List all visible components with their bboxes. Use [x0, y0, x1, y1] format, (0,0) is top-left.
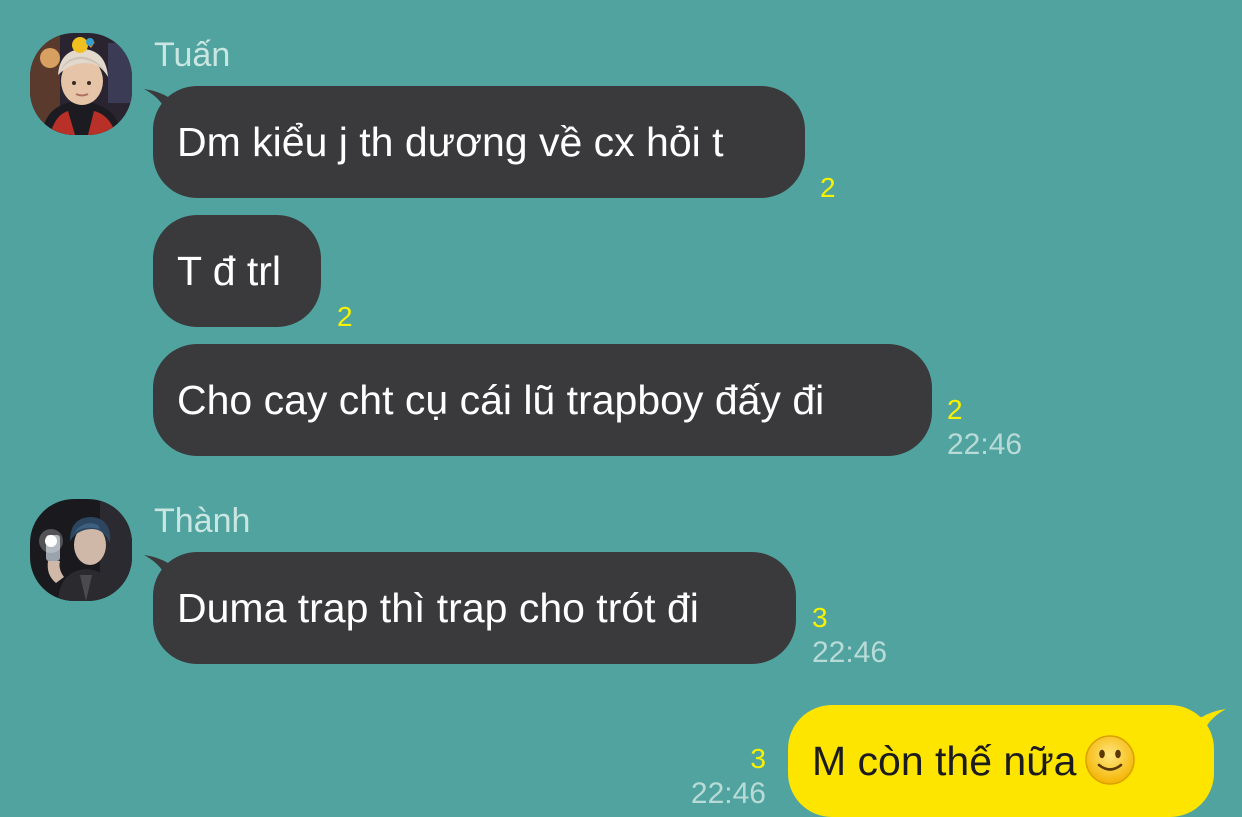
mirror-selfie-icon: [30, 499, 132, 601]
message-text: M còn thế nữa: [812, 738, 1077, 784]
message-timestamp: 22:46: [690, 777, 766, 810]
sender-name: Thành: [154, 502, 251, 540]
sender-name: Tuấn: [154, 36, 231, 74]
unread-count: 3: [750, 743, 766, 774]
message-bubble[interactable]: Dm kiểu j th dương về cx hỏi t: [153, 86, 805, 198]
unread-count: 2: [947, 394, 963, 425]
message-timestamp: 22:46: [947, 428, 1023, 461]
message-bubble[interactable]: T đ trl: [153, 215, 321, 327]
sender-avatar[interactable]: [30, 33, 132, 135]
sender-avatar[interactable]: [30, 499, 132, 601]
outgoing-message-bubble[interactable]: M còn thế nữa: [788, 705, 1214, 817]
message-timestamp: 22:46: [812, 636, 888, 669]
unread-count: 2: [820, 172, 836, 203]
message-bubble[interactable]: Cho cay cht cụ cái lũ trapboy đấy đi: [153, 344, 932, 456]
profile-photo-icon: [30, 33, 132, 135]
message-bubble[interactable]: Duma trap thì trap cho trót đi: [153, 552, 796, 664]
chat-transcript: Tuấn Dm kiểu j th dương về cx hỏi t 2 T …: [0, 0, 1242, 817]
unread-count: 2: [337, 301, 353, 332]
slightly-smiling-face-icon: [1084, 734, 1136, 786]
unread-count: 3: [812, 602, 828, 633]
